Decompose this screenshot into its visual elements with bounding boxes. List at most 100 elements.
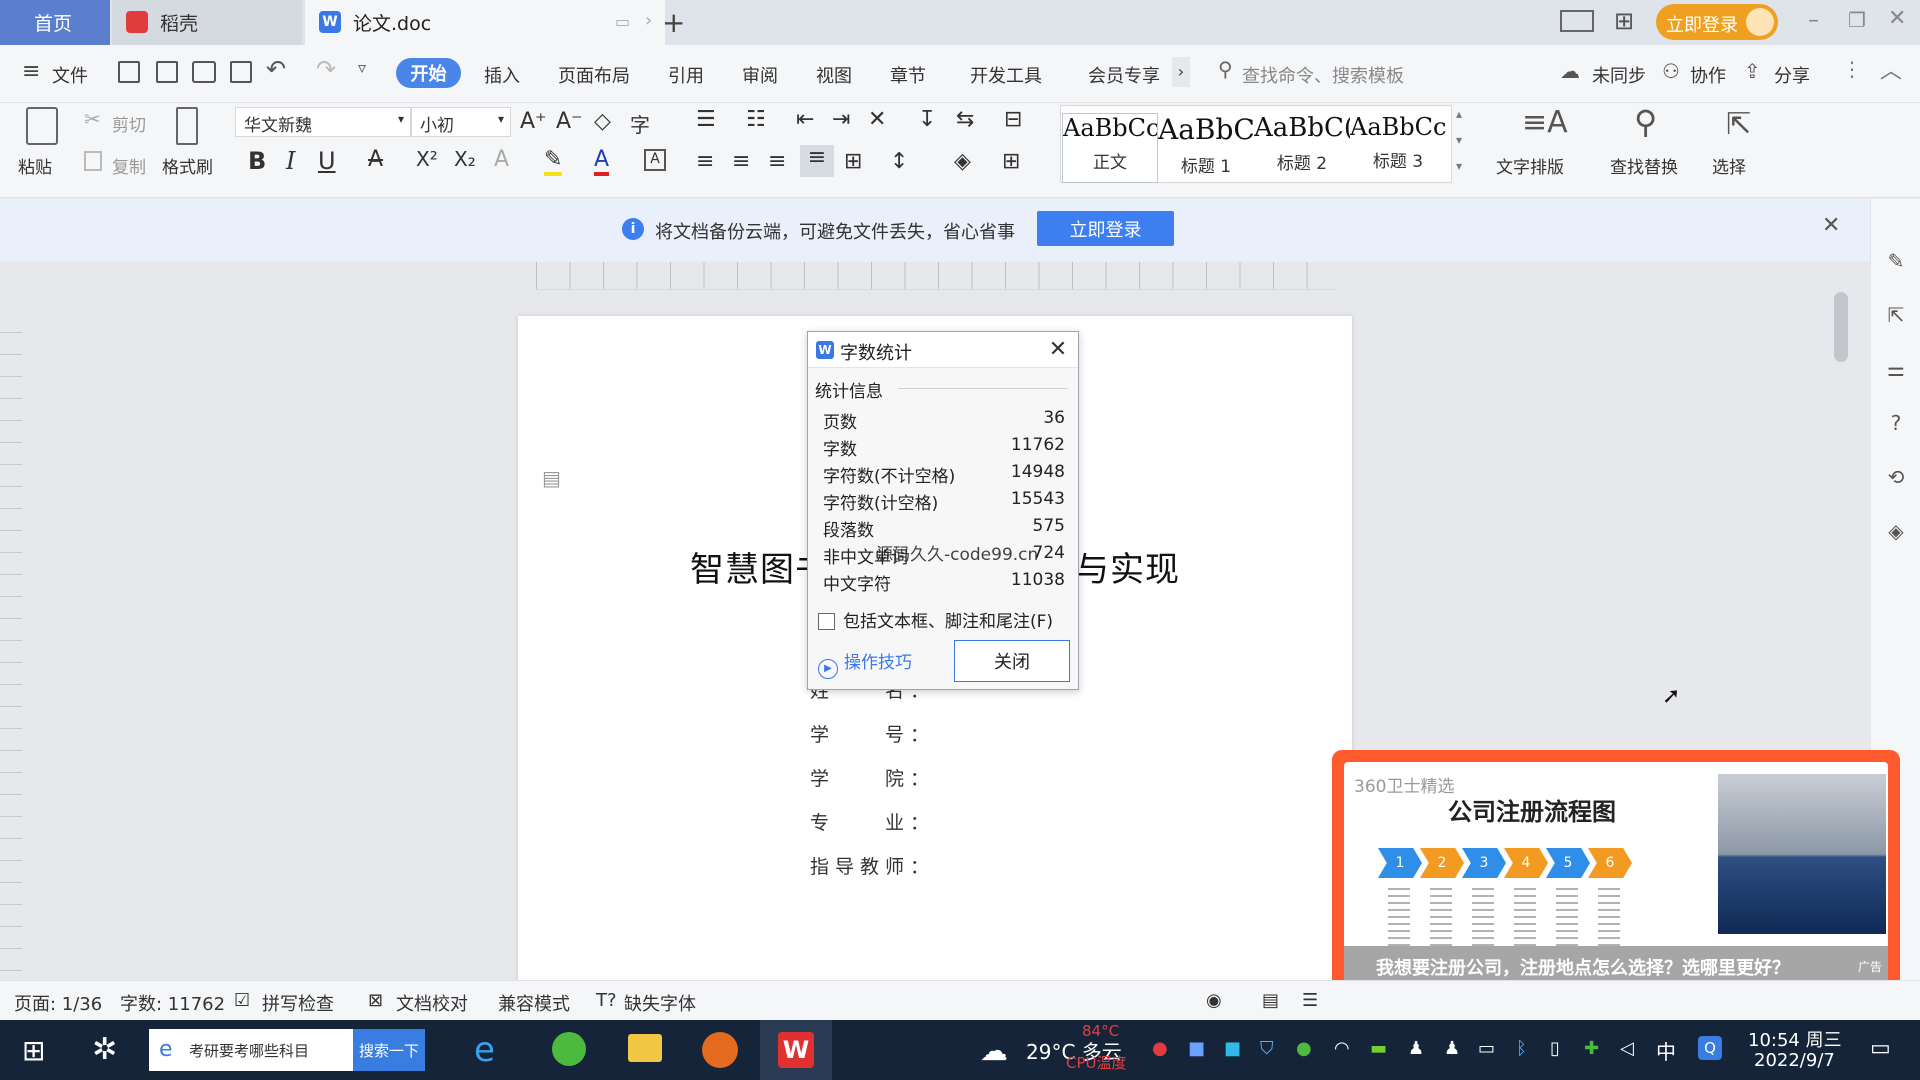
style-heading-3[interactable]: AaBbCc 标题 3 [1350, 113, 1446, 183]
new-tab-icon[interactable]: + [662, 6, 685, 39]
format-painter-button[interactable]: 格式刷 [162, 153, 213, 178]
bullet-list-icon[interactable]: ☰ [696, 107, 716, 132]
tab-document[interactable]: W 论文.doc ▭ › [305, 0, 665, 45]
chevron-right-icon[interactable]: › [645, 10, 652, 31]
shading-icon[interactable]: ◈ [954, 149, 971, 174]
cut-button[interactable]: 剪切 [112, 111, 146, 136]
menu-layout[interactable]: 页面布局 [558, 62, 630, 88]
login-button[interactable]: 立即登录 [1656, 4, 1778, 40]
include-textbox-checkbox[interactable]: 包括文本框、脚注和尾注(F) [818, 607, 1053, 632]
minimize-icon[interactable]: – [1808, 8, 1819, 33]
style-heading-1[interactable]: AaBbC 标题 1 [1158, 113, 1254, 183]
styles-scroll-down-icon[interactable]: ▾ [1456, 133, 1462, 147]
eye-protection-icon[interactable]: ◉ [1206, 990, 1222, 1011]
save-icon[interactable] [118, 61, 140, 83]
ie-browser-icon[interactable]: e [474, 1030, 495, 1070]
clock-time[interactable]: 10:54 周三 [1748, 1026, 1842, 1052]
notification-icon[interactable]: ▭ [1870, 1036, 1891, 1061]
text-effect-icon[interactable]: A [494, 147, 509, 172]
ime-indicator[interactable]: 中 [1656, 1036, 1676, 1065]
tray-icon[interactable]: ✚ [1584, 1038, 1599, 1059]
tab-stops-icon[interactable]: ⊟ [1004, 107, 1022, 132]
compass-icon[interactable]: ◈ [1883, 519, 1909, 545]
tray-icon[interactable]: ▬ [1370, 1038, 1387, 1059]
font-family-select[interactable]: 华文新魏 ▾ [235, 107, 411, 137]
redo-icon[interactable]: ↷ [316, 55, 336, 83]
line-spacing-icon[interactable]: ↕ [890, 149, 908, 174]
tab-daoke[interactable]: 稻壳 [112, 0, 302, 45]
tray-icon[interactable]: ■ [1188, 1038, 1205, 1059]
menu-reference[interactable]: 引用 [668, 62, 704, 88]
apps-grid-icon[interactable]: ⊞ [1614, 7, 1634, 35]
pinyin-icon[interactable]: 字 [630, 109, 650, 138]
decrease-font-icon[interactable]: A⁻ [556, 109, 583, 134]
font-color-icon[interactable]: A [594, 147, 610, 176]
menu-devtools[interactable]: 开发工具 [970, 62, 1042, 88]
menu-insert[interactable]: 插入 [484, 62, 520, 88]
pen-icon[interactable]: ✎ [1883, 249, 1909, 275]
vertical-scrollbar[interactable] [1834, 292, 1848, 362]
more-options-icon[interactable]: ⋮ [1842, 57, 1862, 81]
bold-icon[interactable]: B [248, 147, 266, 175]
borders-icon[interactable]: ⊞ [1002, 149, 1020, 174]
style-heading-2[interactable]: AaBbC( 标题 2 [1254, 113, 1350, 183]
missing-font-button[interactable]: 缺失字体 [624, 990, 696, 1016]
subscript-icon[interactable]: X₂ [454, 147, 476, 171]
paste-button[interactable]: 粘贴 [18, 153, 52, 178]
help-icon[interactable]: ? [1883, 411, 1909, 437]
app-pinwheel-icon[interactable]: ✲ [92, 1032, 117, 1067]
collab-button[interactable]: 协作 [1690, 62, 1726, 88]
dialog-close-icon[interactable]: ✕ [1044, 336, 1072, 364]
hamburger-icon[interactable]: ≡ [22, 59, 40, 84]
menu-review[interactable]: 审阅 [742, 62, 778, 88]
outline-view-icon[interactable]: ☰ [1302, 990, 1318, 1011]
dialog-title-bar[interactable]: W 字数统计 ✕ [808, 332, 1078, 368]
360-browser-icon[interactable] [552, 1032, 586, 1066]
select-pointer-icon[interactable]: ⇱ [1883, 303, 1909, 329]
notice-login-button[interactable]: 立即登录 [1037, 211, 1174, 246]
bluetooth-icon[interactable]: ᛒ [1516, 1038, 1527, 1059]
usb-icon[interactable]: ▯ [1550, 1038, 1560, 1059]
page-view-icon[interactable]: ▤ [1262, 990, 1279, 1011]
highlight-icon[interactable]: ✎ [544, 147, 563, 176]
paste-icon[interactable] [26, 107, 58, 145]
increase-indent-icon[interactable]: ⇥ [832, 107, 850, 132]
font-size-select[interactable]: 小初 ▾ [411, 107, 511, 137]
share-button[interactable]: 分享 [1774, 62, 1810, 88]
spellcheck-button[interactable]: 拼写检查 [262, 990, 334, 1016]
quick-access-dropdown-icon[interactable]: ▿ [358, 58, 366, 77]
battery-icon[interactable]: ▭ [1478, 1038, 1495, 1059]
app-avatar-icon[interactable] [702, 1032, 738, 1068]
clock-date[interactable]: 2022/9/7 [1754, 1050, 1835, 1071]
layout-icon[interactable] [1560, 10, 1594, 32]
decrease-indent-icon[interactable]: ⇤ [796, 107, 814, 132]
more-menu-icon[interactable]: › [1172, 57, 1190, 87]
align-left-icon[interactable]: ≡ [696, 149, 714, 174]
numbered-list-icon[interactable]: ☷ [746, 107, 766, 132]
collapse-ribbon-icon[interactable]: ︿ [1880, 53, 1902, 85]
clear-format-icon[interactable]: ◇ [594, 109, 611, 134]
strikethrough-icon[interactable]: A [368, 147, 383, 172]
shield-icon[interactable]: ⛉ [1260, 1038, 1274, 1059]
show-marks-icon[interactable]: ⇆ [956, 107, 974, 132]
styles-expand-icon[interactable]: ▾ [1456, 159, 1462, 173]
menu-chapter[interactable]: 章节 [890, 62, 926, 88]
tips-link[interactable]: ▶ 操作技巧 [818, 648, 912, 679]
align-right-icon[interactable]: ≡ [768, 149, 786, 174]
restore-icon[interactable]: ❐ [1848, 8, 1866, 32]
copy-button[interactable]: 复制 [112, 153, 146, 178]
style-normal[interactable]: AaBbCcI 正文 [1062, 113, 1158, 183]
export-icon[interactable] [156, 61, 178, 83]
wifi-icon[interactable]: ◠ [1334, 1038, 1350, 1059]
chinese-layout-icon[interactable]: ✕ [868, 107, 886, 132]
unsynced-button[interactable]: 未同步 [1592, 62, 1646, 88]
italic-icon[interactable]: I [286, 147, 295, 175]
increase-font-icon[interactable]: A⁺ [520, 109, 547, 134]
char-border-icon[interactable]: A [644, 149, 666, 171]
print-icon[interactable] [192, 61, 216, 83]
menu-file[interactable]: 文件 [52, 62, 88, 88]
text-layout-button[interactable]: 文字排版 [1496, 153, 1564, 178]
volume-icon[interactable]: ◁ [1620, 1038, 1634, 1059]
page-indicator[interactable]: 页面: 1/36 [14, 990, 102, 1016]
tray-icon[interactable]: ♟ [1444, 1038, 1460, 1059]
